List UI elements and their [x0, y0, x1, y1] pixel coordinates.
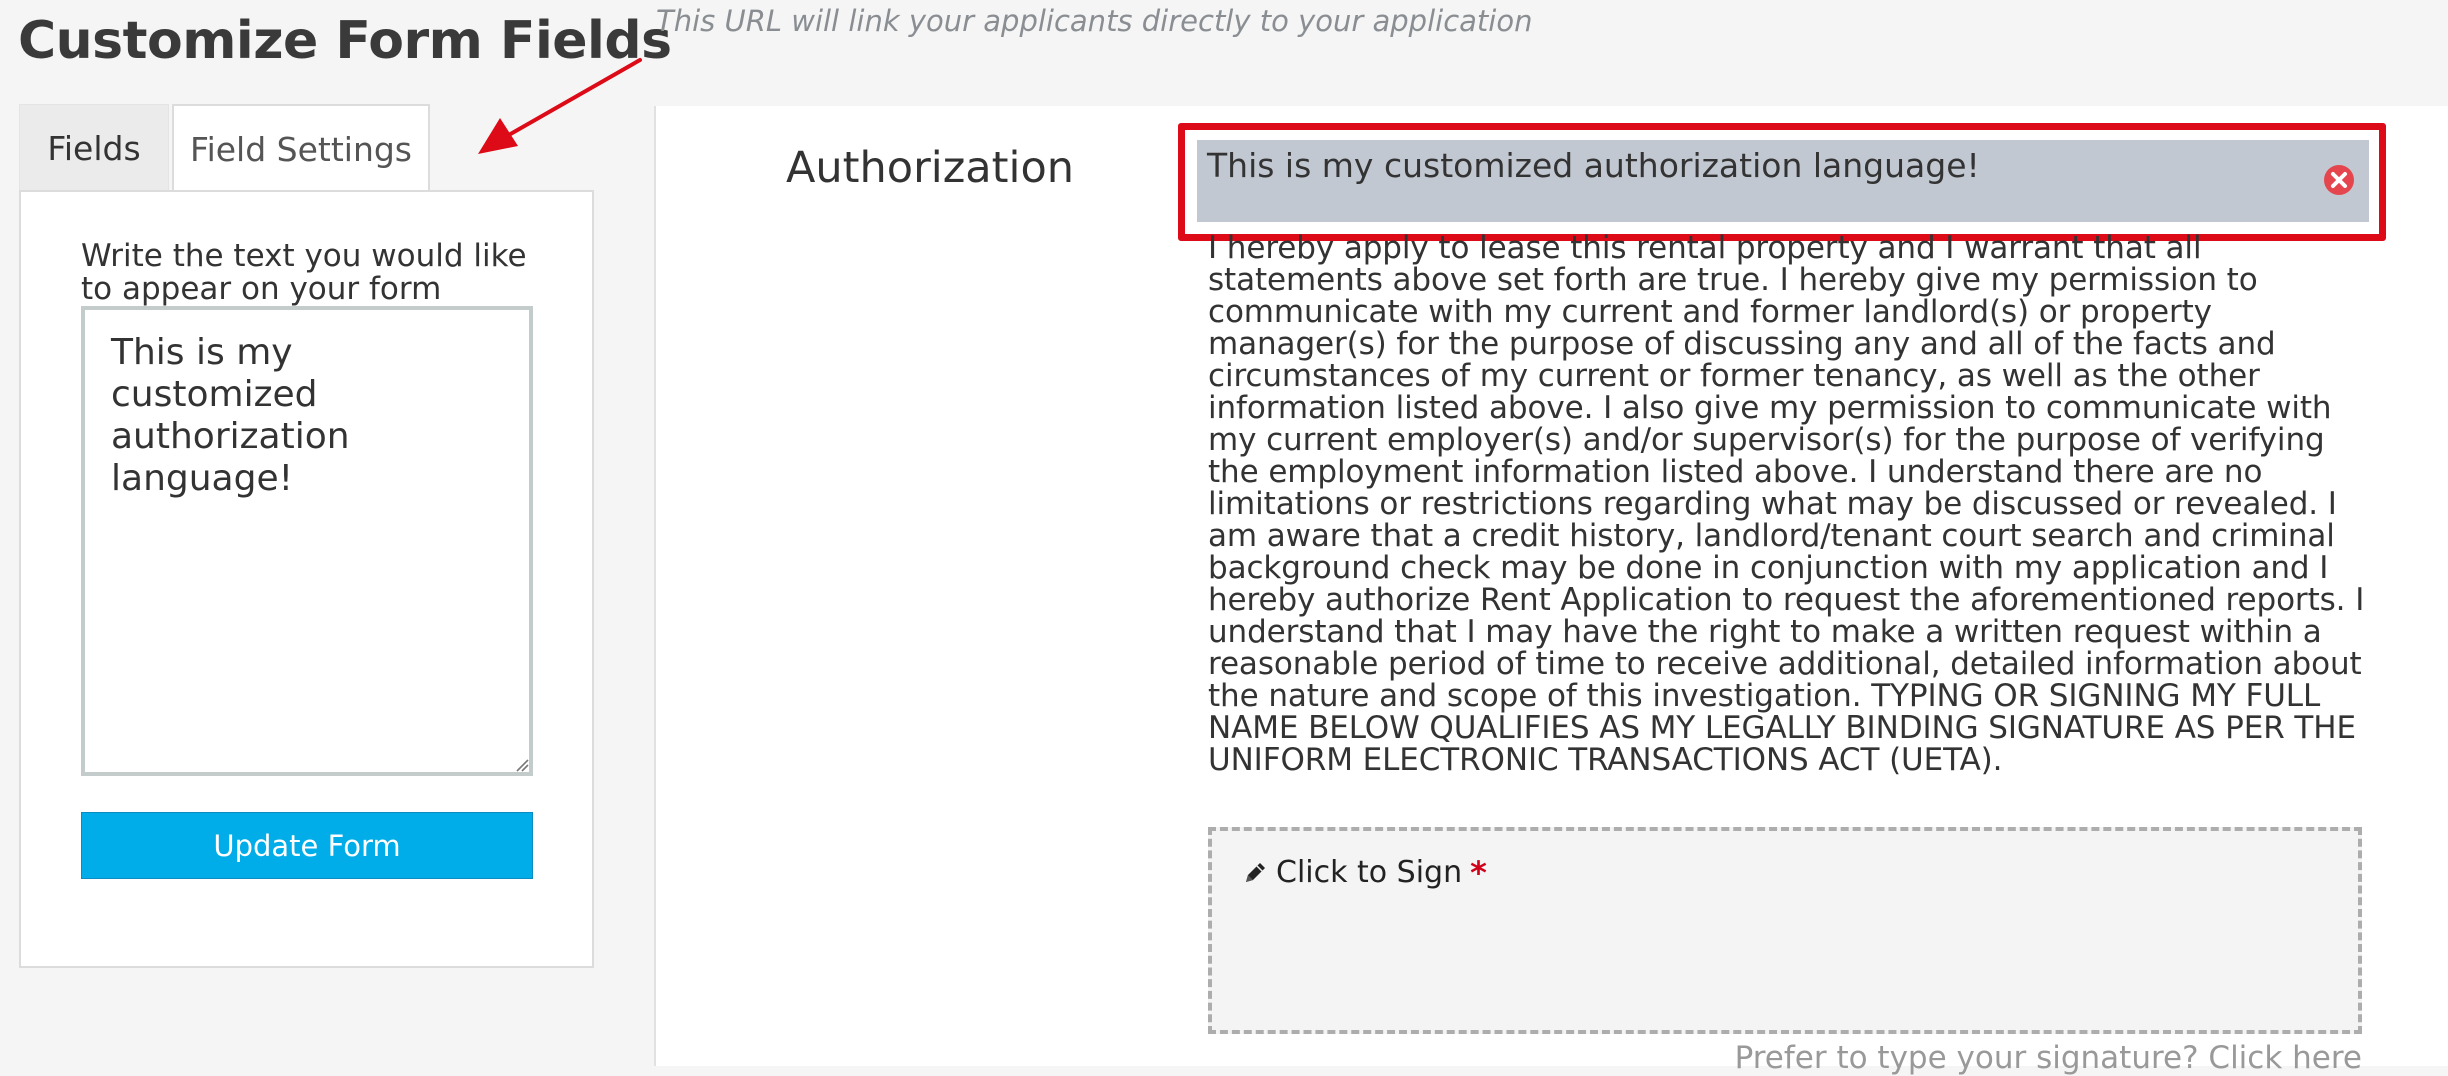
- authorization-section-label: Authorization: [786, 143, 1075, 193]
- settings-label: Write the text you would like to appear …: [81, 238, 527, 307]
- type-signature-link[interactable]: Prefer to type your signature? Click her…: [1735, 1040, 2362, 1076]
- sign-label-text: Click to Sign: [1276, 855, 1463, 890]
- tab-field-settings[interactable]: Field Settings: [172, 104, 430, 194]
- custom-text-field[interactable]: This is my customized authorization lang…: [1197, 140, 2369, 222]
- authorization-text-input[interactable]: [81, 306, 533, 776]
- authorization-body-text: I hereby apply to lease this rental prop…: [1208, 230, 2365, 778]
- resize-grip-icon[interactable]: [515, 758, 529, 772]
- close-circle-icon[interactable]: [2323, 164, 2355, 196]
- custom-text-highlight: This is my customized authorization lang…: [1178, 123, 2386, 241]
- click-to-sign-label: Click to Sign *: [1242, 853, 1487, 893]
- tab-fields[interactable]: Fields: [19, 104, 169, 192]
- pencil-icon: [1246, 863, 1265, 882]
- custom-text-value: This is my customized authorization lang…: [1207, 146, 1980, 185]
- field-settings-panel: Write the text you would like to appear …: [19, 190, 594, 968]
- url-note: This URL will link your applicants direc…: [656, 4, 1533, 38]
- update-form-button[interactable]: Update Form: [81, 812, 533, 879]
- signature-box[interactable]: Click to Sign *: [1208, 827, 2362, 1034]
- required-marker: *: [1470, 854, 1487, 892]
- red-arrow-icon: [478, 58, 642, 154]
